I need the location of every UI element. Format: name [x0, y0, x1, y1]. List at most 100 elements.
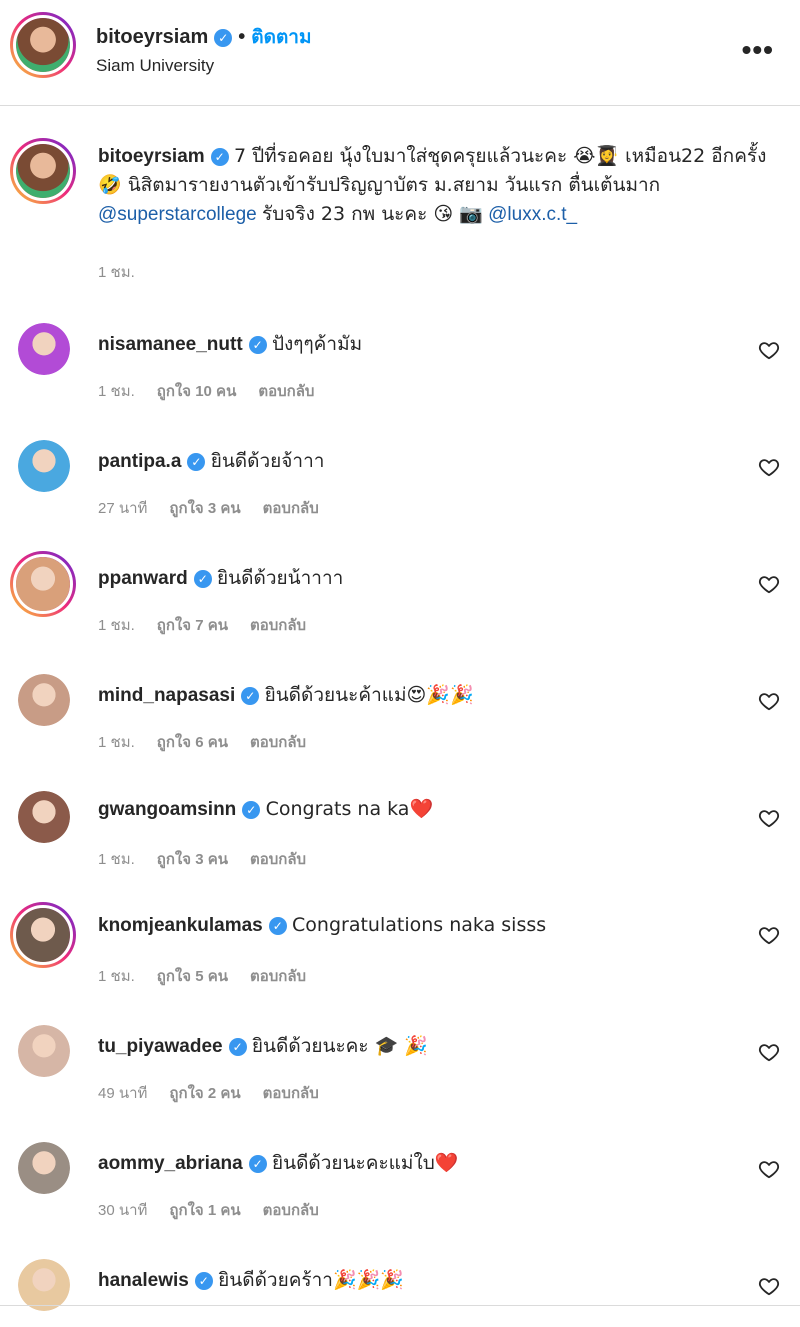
separator-dot: • — [238, 26, 246, 48]
like-heart-icon[interactable] — [758, 690, 780, 712]
reply-button[interactable]: ตอบกลับ — [263, 500, 319, 517]
commenter-avatar[interactable] — [18, 323, 70, 375]
comment-line: aommy_abriana ✓ ยินดีด้วยนะคะแม่ใบ❤️ — [98, 1148, 458, 1178]
mention-link[interactable]: @luxx.c.t_ — [488, 204, 577, 225]
like-heart-icon[interactable] — [758, 456, 780, 478]
verified-badge-icon: ✓ — [193, 570, 212, 588]
divider — [0, 1305, 800, 1306]
comment-username[interactable]: pantipa.a — [98, 451, 181, 472]
comment-likes-link[interactable]: ถูกใจ 7 คน — [157, 617, 228, 634]
comment-meta: 1 ชม. ถูกใจ 5 คน ตอบกลับ — [98, 964, 328, 988]
profile-avatar[interactable] — [10, 12, 76, 78]
avatar-image — [16, 18, 70, 72]
caption-username[interactable]: bitoeyrsiam — [98, 146, 205, 167]
commenter-avatar[interactable] — [18, 1259, 70, 1311]
follow-button[interactable]: ติดตาม — [251, 27, 311, 48]
avatar-image — [18, 1025, 70, 1077]
comment-text: ยินดีด้วยนะคะ 🎓 🎉 — [251, 1035, 428, 1057]
commenter-avatar[interactable] — [18, 440, 70, 492]
comment-text: ยินดีด้วยนะค้าแม่😍🎉🎉 — [264, 684, 474, 706]
verified-badge-icon: ✓ — [210, 148, 229, 166]
comment-row: gwangoamsinn ✓ Congrats na ka❤️ 1 ชม. ถูกใจ… — [0, 791, 800, 908]
comment-timestamp: 27 นาที — [98, 500, 148, 517]
comment-timestamp: 1 ชม. — [98, 968, 135, 985]
comment-likes-link[interactable]: ถูกใจ 5 คน — [157, 968, 228, 985]
comment-username[interactable]: hanalewis — [98, 1270, 189, 1291]
comment-username[interactable]: ppanward — [98, 568, 188, 589]
like-heart-icon[interactable] — [758, 924, 780, 946]
comment-timestamp: 30 นาที — [98, 1202, 148, 1219]
like-heart-icon[interactable] — [758, 339, 780, 361]
comment-timestamp: 49 นาที — [98, 1085, 148, 1102]
comment-username[interactable]: nisamanee_nutt — [98, 334, 243, 355]
commenter-avatar[interactable] — [18, 1025, 70, 1077]
more-options-icon[interactable]: ••• — [742, 36, 774, 64]
comment-username[interactable]: gwangoamsinn — [98, 799, 236, 820]
verified-badge-icon: ✓ — [268, 917, 287, 935]
caption-avatar[interactable] — [10, 138, 76, 204]
comment-username[interactable]: aommy_abriana — [98, 1153, 243, 1174]
verified-badge-icon: ✓ — [241, 687, 260, 705]
comment-username[interactable]: knomjeankulamas — [98, 915, 263, 936]
like-heart-icon[interactable] — [758, 573, 780, 595]
comment-text: ยินดีด้วยคร้าา🎉🎉🎉 — [218, 1269, 404, 1291]
comment-meta: 1 ชม. ถูกใจ 10 คน ตอบกลับ — [98, 379, 336, 403]
comment-text: Congrats na ka❤️ — [265, 798, 434, 820]
reply-button[interactable]: ตอบกลับ — [263, 1085, 319, 1102]
comment-timestamp: 1 ชม. — [98, 617, 135, 634]
comment-text: ยินดีด้วยน้าาาา — [217, 567, 344, 589]
comment-line: tu_piyawadee ✓ ยินดีด้วยนะคะ 🎓 🎉 — [98, 1031, 428, 1061]
like-heart-icon[interactable] — [758, 1275, 780, 1297]
reply-button[interactable]: ตอบกลับ — [250, 734, 306, 751]
comment-likes-link[interactable]: ถูกใจ 10 คน — [157, 383, 237, 400]
comment-likes-link[interactable]: ถูกใจ 3 คน — [157, 851, 228, 868]
commenter-avatar[interactable] — [18, 1142, 70, 1194]
mention-link[interactable]: @superstarcollege — [98, 204, 257, 225]
commenter-avatar[interactable] — [10, 902, 76, 968]
comment-text: ปังๆๆค้ามัม — [271, 333, 363, 355]
reply-button[interactable]: ตอบกลับ — [250, 968, 306, 985]
comment-likes-link[interactable]: ถูกใจ 6 คน — [157, 734, 228, 751]
like-heart-icon[interactable] — [758, 807, 780, 829]
verified-badge-icon: ✓ — [248, 1155, 267, 1173]
header-username[interactable]: bitoeyrsiam — [96, 26, 208, 48]
caption-timestamp: 1 ชม. — [98, 264, 135, 281]
comment-meta: 49 นาที ถูกใจ 2 คน ตอบกลับ — [98, 1081, 341, 1105]
comment-meta: 1 ชม. ถูกใจ 7 คน ตอบกลับ — [98, 613, 328, 637]
comment-line: hanalewis ✓ ยินดีด้วยคร้าา🎉🎉🎉 — [98, 1265, 404, 1295]
reply-button[interactable]: ตอบกลับ — [258, 383, 314, 400]
comment-timestamp: 1 ชม. — [98, 383, 135, 400]
location-link[interactable]: Siam University — [96, 56, 214, 76]
comment-meta: 30 นาที ถูกใจ 1 คน ตอบกลับ — [98, 1198, 341, 1222]
caption-text: bitoeyrsiam ✓ 7 ปีที่รอคอย นุ้งใบมาใส่ชุด… — [98, 142, 778, 229]
comment-line: gwangoamsinn ✓ Congrats na ka❤️ — [98, 797, 433, 821]
comment-row: hanalewis ✓ ยินดีด้วยคร้าา🎉🎉🎉 — [0, 1259, 800, 1327]
comment-timestamp: 1 ชม. — [98, 734, 135, 751]
avatar-image — [18, 791, 70, 843]
comment-likes-link[interactable]: ถูกใจ 2 คน — [169, 1085, 240, 1102]
comment-likes-link[interactable]: ถูกใจ 3 คน — [169, 500, 240, 517]
commenter-avatar[interactable] — [10, 551, 76, 617]
verified-badge-icon: ✓ — [214, 29, 233, 47]
comment-line: ppanward ✓ ยินดีด้วยน้าาาา — [98, 563, 343, 593]
like-heart-icon[interactable] — [758, 1158, 780, 1180]
commenter-avatar[interactable] — [18, 791, 70, 843]
comment-row: knomjeankulamas ✓ Congratulations naka si… — [0, 902, 800, 1025]
avatar-image — [16, 557, 70, 611]
comment-row: tu_piyawadee ✓ ยินดีด้วยนะคะ 🎓 🎉 49 นาที ถู… — [0, 1025, 800, 1142]
comment-username[interactable]: mind_napasasi — [98, 685, 235, 706]
reply-button[interactable]: ตอบกลับ — [250, 851, 306, 868]
avatar-image — [16, 144, 70, 198]
comment-row: mind_napasasi ✓ ยินดีด้วยนะค้าแม่😍🎉🎉 1 ชม.… — [0, 674, 800, 791]
verified-badge-icon: ✓ — [194, 1272, 213, 1290]
commenter-avatar[interactable] — [18, 674, 70, 726]
comment-username[interactable]: tu_piyawadee — [98, 1036, 223, 1057]
reply-button[interactable]: ตอบกลับ — [263, 1202, 319, 1219]
comment-row: aommy_abriana ✓ ยินดีด้วยนะคะแม่ใบ❤️ 30 นา… — [0, 1142, 800, 1259]
like-heart-icon[interactable] — [758, 1041, 780, 1063]
reply-button[interactable]: ตอบกลับ — [250, 617, 306, 634]
comment-likes-link[interactable]: ถูกใจ 1 คน — [169, 1202, 240, 1219]
comment-text: ยินดีด้วยนะคะแม่ใบ❤️ — [271, 1152, 459, 1174]
post-header: bitoeyrsiam ✓ • ติดตาม Siam University ••• — [0, 0, 800, 106]
avatar-image — [16, 908, 70, 962]
